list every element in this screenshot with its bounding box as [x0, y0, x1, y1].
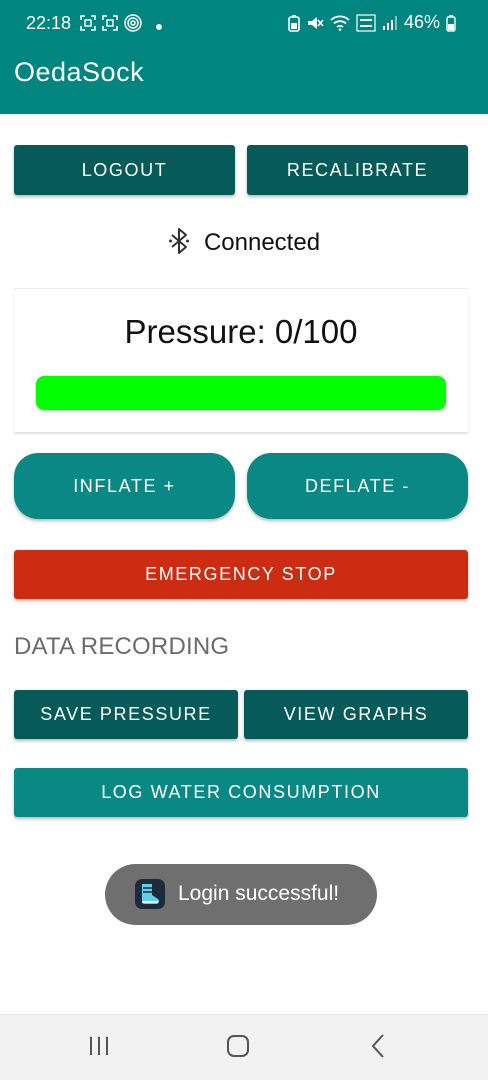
pressure-label: Pressure: 0/100 — [124, 313, 358, 350]
status-bar: 22:18 46% — [0, 0, 488, 48]
screenshot-icon — [102, 15, 118, 36]
dot-icon — [156, 17, 162, 35]
home-icon — [226, 1034, 250, 1063]
toast: Login successful! — [105, 864, 377, 925]
volte-icon — [356, 13, 376, 32]
app-title: OedaSock — [14, 57, 145, 87]
signal-icon — [382, 15, 398, 31]
status-time: 22:18 — [26, 13, 72, 33]
recent-apps-icon — [88, 1035, 110, 1062]
app-bar: OedaSock — [0, 48, 488, 114]
connection-status: Connected — [0, 224, 488, 262]
bluetooth-icon — [168, 227, 190, 260]
save-pressure-button[interactable]: SAVE PRESSURE — [14, 690, 238, 739]
back-button[interactable] — [358, 1033, 398, 1063]
recent-apps-button[interactable] — [79, 1033, 119, 1063]
logout-button[interactable]: LOGOUT — [14, 145, 235, 195]
home-button[interactable] — [218, 1033, 258, 1063]
emergency-stop-button[interactable]: EMERGENCY STOP — [14, 550, 468, 599]
navigation-bar — [0, 1014, 488, 1080]
deflate-button[interactable]: DEFLATE - — [247, 453, 468, 519]
data-recording-heading: DATA RECORDING — [14, 633, 230, 660]
mute-icon — [306, 14, 324, 32]
toast-message: Login successful! — [178, 882, 340, 905]
back-icon — [370, 1033, 386, 1064]
battery-percent: 46% — [403, 12, 440, 32]
status-left-icons — [80, 14, 162, 37]
wifi-icon — [330, 15, 350, 31]
battery-saver-icon — [288, 14, 300, 32]
status-right-icons: 46% — [288, 12, 456, 33]
pressure-bar-fill — [36, 376, 446, 410]
inflate-button[interactable]: INFLATE + — [14, 453, 235, 519]
screenshot-icon — [80, 15, 96, 36]
sock-app-icon — [134, 878, 166, 910]
fingerprint-icon — [124, 14, 142, 37]
pressure-card: Pressure: 0/100 — [14, 288, 468, 432]
view-graphs-button[interactable]: VIEW GRAPHS — [244, 690, 468, 739]
battery-icon — [446, 14, 456, 32]
pressure-bar — [36, 376, 446, 410]
log-water-consumption-button[interactable]: LOG WATER CONSUMPTION — [14, 768, 468, 817]
connection-status-text: Connected — [203, 229, 321, 256]
recalibrate-button[interactable]: RECALIBRATE — [247, 145, 468, 195]
